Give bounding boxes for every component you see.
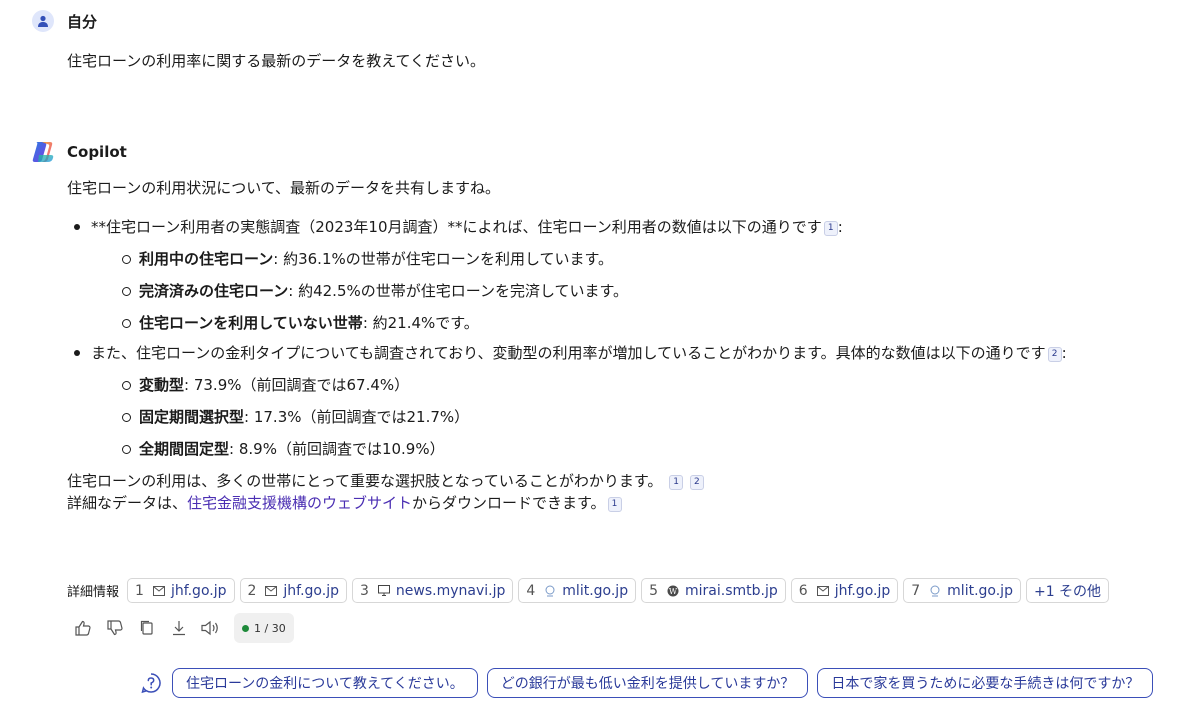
download-link[interactable]: 住宅金融支援機構のウェブサイト (187, 494, 412, 512)
reference-chip[interactable]: 1 jhf.go.jp (127, 578, 235, 603)
reference-chip[interactable]: 4 mlit.go.jp (518, 578, 637, 603)
thumbs-down-icon[interactable] (104, 617, 126, 639)
list-item: 完済済みの住宅ローン: 約42.5%の世帯が住宅ローンを完済しています。 (91, 280, 1167, 302)
user-avatar-icon (32, 10, 54, 32)
globe-icon (928, 584, 942, 598)
citation-badge[interactable]: 2 (1047, 347, 1062, 362)
svg-text:W: W (669, 587, 678, 596)
suggestion-button[interactable]: 日本で家を買うために必要な手続きは何ですか？ (817, 668, 1154, 698)
reference-chip[interactable]: 2 jhf.go.jp (239, 578, 347, 603)
list-item: 全期間固定型: 8.9%（前回調査では10.9%） (91, 438, 1167, 460)
copilot-answer: 住宅ローンの利用状況について、最新のデータを共有しますね。 **住宅ローン利用者… (67, 177, 1167, 514)
list-item: 変動型: 73.9%（前回調査では67.4%） (91, 374, 1167, 396)
answer-summary: 住宅ローンの利用は、多くの世帯にとって重要な選択肢となっていることがわかります。… (67, 470, 1167, 492)
user-name: 自分 (67, 12, 98, 31)
answer-download: 詳細なデータは、住宅金融支援機構のウェブサイトからダウンロードできます。 1 (67, 492, 1167, 514)
sub-list: 変動型: 73.9%（前回調査では67.4%） 固定期間選択型: 17.3%（前… (91, 374, 1167, 460)
suggestion-button[interactable]: どの銀行が最も低い金利を提供していますか？ (486, 668, 809, 698)
globe-icon (543, 584, 557, 598)
citation-badge[interactable]: 2 (689, 475, 704, 490)
list-item: 固定期間選択型: 17.3%（前回調査では21.7%） (91, 406, 1167, 428)
thumbs-up-icon[interactable] (72, 617, 94, 639)
citation-badge[interactable]: 1 (823, 221, 838, 236)
mail-icon (152, 584, 166, 598)
wordpress-icon: W (666, 584, 680, 598)
question-icon (141, 673, 161, 694)
suggestion-button[interactable]: 住宅ローンの金利について教えてください。 (172, 668, 478, 698)
message-actions: 1 / 30 (72, 613, 294, 643)
mail-icon (816, 584, 830, 598)
sub-list: 利用中の住宅ローン: 約36.1%の世帯が住宅ローンを利用しています。 完済済み… (91, 248, 1167, 334)
list-item: **住宅ローン利用者の実態調査（2023年10月調査）**によれば、住宅ローン利… (67, 216, 1167, 334)
copilot-name: Copilot (67, 143, 127, 161)
speaker-icon[interactable] (200, 617, 222, 639)
user-message: 住宅ローンの利用率に関する最新のデータを教えてください。 (67, 52, 486, 70)
user-header: 自分 (32, 10, 97, 32)
status-dot-icon (242, 624, 249, 632)
reference-chip[interactable]: 7 mlit.go.jp (903, 578, 1021, 603)
citation-badge[interactable]: 1 (669, 475, 684, 490)
reference-chip[interactable]: 6 jhf.go.jp (790, 578, 899, 603)
turn-counter: 1 / 30 (234, 613, 294, 643)
mail-icon (264, 584, 278, 598)
reference-chip[interactable]: 3 news.mynavi.jp (351, 578, 514, 603)
copilot-header: Copilot (30, 139, 127, 165)
list-item: 利用中の住宅ローン: 約36.1%の世帯が住宅ローンを利用しています。 (91, 248, 1167, 270)
citation-badge[interactable]: 1 (607, 497, 622, 512)
list-item: また、住宅ローンの金利タイプについても調査されており、変動型の利用率が増加してい… (67, 342, 1167, 460)
copilot-logo-icon (32, 142, 54, 162)
monitor-icon (377, 584, 391, 598)
copy-icon[interactable] (136, 617, 158, 639)
references-bar: 詳細情報 1 jhf.go.jp 2 jhf.go.jp 3 news.myna… (67, 578, 1114, 603)
more-references-button[interactable]: +1 その他 (1025, 578, 1110, 603)
reference-chip[interactable]: 5 W mirai.smtb.jp (641, 578, 786, 603)
suggestions-bar: 住宅ローンの金利について教えてください。 どの銀行が最も低い金利を提供しています… (140, 668, 1162, 698)
download-icon[interactable] (168, 617, 190, 639)
answer-intro: 住宅ローンの利用状況について、最新のデータを共有しますね。 (67, 179, 501, 197)
references-label: 詳細情報 (67, 585, 120, 600)
answer-list: **住宅ローン利用者の実態調査（2023年10月調査）**によれば、住宅ローン利… (67, 216, 1167, 460)
list-item: 住宅ローンを利用していない世帯: 約21.4%です。 (91, 312, 1167, 334)
